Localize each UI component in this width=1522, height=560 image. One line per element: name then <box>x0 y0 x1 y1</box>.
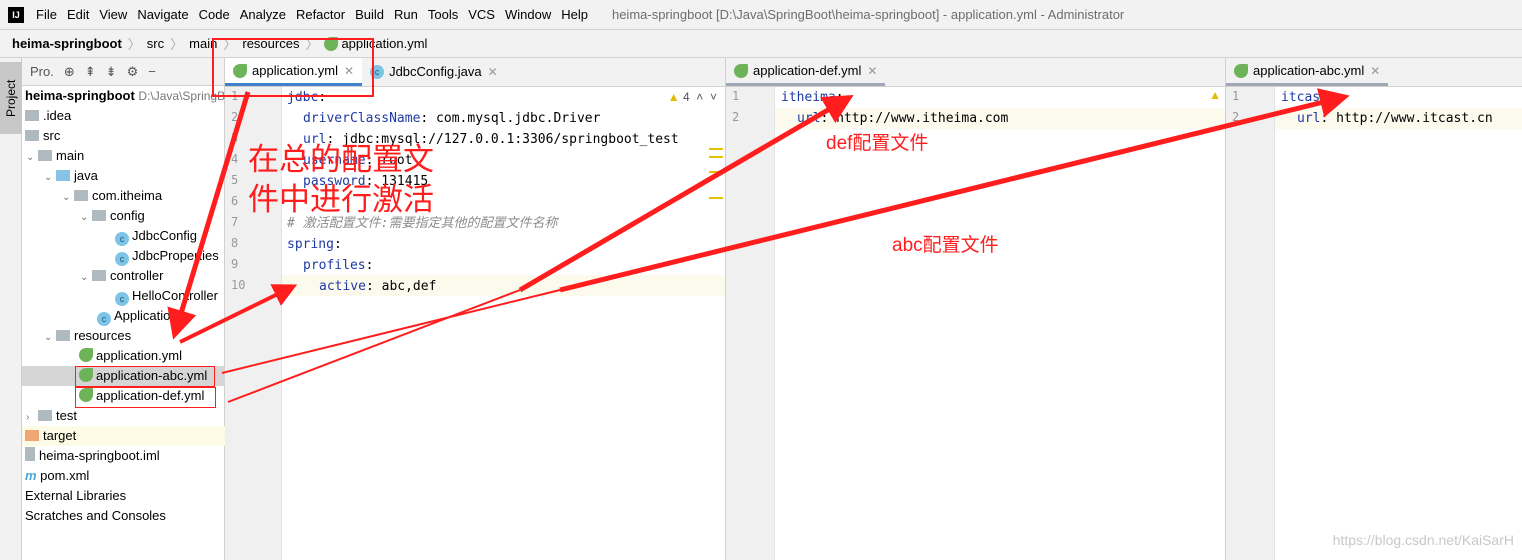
annotation-def: def配置文件 <box>826 133 929 154</box>
annotation-main: 在总的配置文 件中进行激活 <box>248 142 434 217</box>
arrow-to-active-line <box>179 284 298 344</box>
watermark: https://blog.csdn.net/KaiSarH <box>1332 532 1514 548</box>
arrow-to-resources <box>167 91 251 340</box>
annotation-arrows <box>167 88 1350 403</box>
line-from-abc-file <box>221 289 561 374</box>
annotation-abc: abc配置文件 <box>892 235 999 256</box>
arrow-to-abc-editor <box>559 88 1350 293</box>
line-from-def-file <box>227 289 521 403</box>
